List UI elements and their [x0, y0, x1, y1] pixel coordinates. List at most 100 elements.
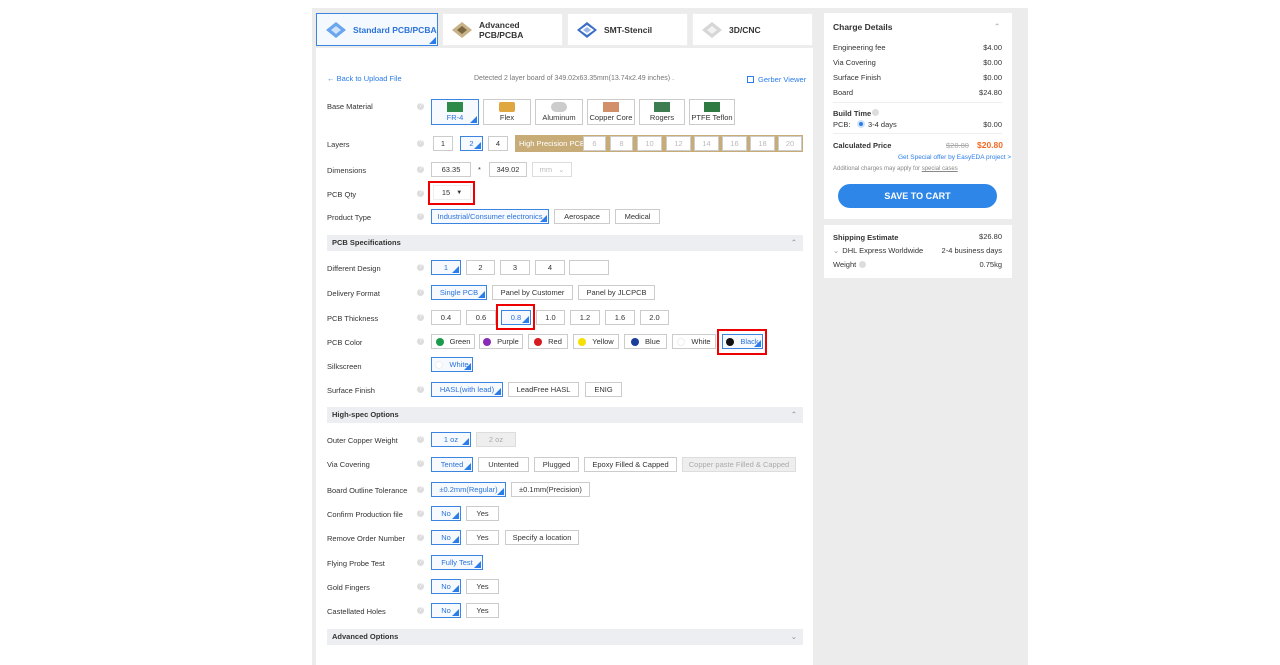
ptype-option-medical[interactable]: Medical	[615, 209, 660, 224]
build-pcb-label: PCB:	[833, 120, 851, 129]
dimension-height-input[interactable]: 349.02	[489, 162, 527, 177]
help-icon: ?	[417, 486, 424, 493]
castellated-option-no[interactable]: No	[431, 603, 461, 618]
ptype-option-aerospace[interactable]: Aerospace	[554, 209, 610, 224]
confirm-option-yes[interactable]: Yes	[466, 506, 499, 521]
layer-option-8[interactable]: 8	[610, 136, 633, 151]
silkscreen-option-white[interactable]: White	[431, 357, 473, 372]
special-cases-link[interactable]: special cases	[922, 166, 958, 172]
copper-option-2oz[interactable]: 2 oz	[476, 432, 516, 447]
thickness-option-1-2[interactable]: 1.2	[570, 310, 600, 325]
surface-option-hasl-lead[interactable]: HASL(with lead)	[431, 382, 503, 397]
color-option-purple[interactable]: Purple	[479, 334, 523, 349]
label-outer-copper-weight: Outer Copper Weight	[327, 436, 398, 445]
base-option-ptfe-teflon[interactable]: PTFE Teflon	[689, 99, 735, 125]
tab-smt-stencil[interactable]: SMT-Stencil	[567, 13, 688, 46]
confirm-option-no[interactable]: No	[431, 506, 461, 521]
layer-option-4[interactable]: 4	[488, 136, 508, 151]
outline-option-regular[interactable]: ±0.2mm(Regular)	[431, 482, 506, 497]
layer-option-10[interactable]: 10	[637, 136, 662, 151]
back-label: Back to Upload File	[336, 74, 402, 83]
dimension-width-input[interactable]: 63.35	[431, 162, 471, 177]
layer-option-14[interactable]: 14	[694, 136, 719, 151]
probe-option-fully-test[interactable]: Fully Test	[431, 555, 483, 570]
section-advanced-options[interactable]: Advanced Options ⌄	[327, 629, 803, 645]
via-option-tented[interactable]: Tented	[431, 457, 473, 472]
tab-advanced-pcb[interactable]: Advanced PCB/PCBA	[442, 13, 563, 46]
tab-3d-cnc[interactable]: 3D/CNC	[692, 13, 813, 46]
delivery-option-single[interactable]: Single PCB	[431, 285, 487, 300]
base-option-fr4[interactable]: FR-4	[431, 99, 479, 125]
back-to-upload-link[interactable]: ← Back to Upload File	[327, 74, 402, 83]
gold-option-yes[interactable]: Yes	[466, 579, 499, 594]
section-pcb-specifications[interactable]: PCB Specifications ⌃	[327, 235, 803, 251]
option-label: No	[441, 533, 451, 542]
label-delivery-format: Delivery Format	[327, 289, 380, 298]
color-option-blue[interactable]: Blue	[624, 334, 667, 349]
weight-label: Weight	[833, 260, 867, 269]
section-high-spec-options[interactable]: High-spec Options ⌃	[327, 407, 803, 423]
delivery-option-panel-customer[interactable]: Panel by Customer	[492, 285, 573, 300]
layer-option-18[interactable]: 18	[750, 136, 775, 151]
diff-option-3[interactable]: 3	[500, 260, 530, 275]
chevron-up-icon[interactable]: ⌃	[994, 22, 1000, 31]
option-label: Red	[548, 337, 562, 346]
color-option-green[interactable]: Green	[431, 334, 475, 349]
layer-option-20[interactable]: 20	[778, 136, 802, 151]
outline-option-precision[interactable]: ±0.1mm(Precision)	[511, 482, 590, 497]
layer-option-2[interactable]: 2	[460, 136, 483, 151]
remove-option-yes[interactable]: Yes	[466, 530, 499, 545]
divider	[833, 133, 1002, 134]
diff-option-1[interactable]: 1	[431, 260, 461, 275]
shipping-method-select[interactable]: ⌄ DHL Express Worldwide	[833, 246, 923, 255]
option-label: PTFE Teflon	[691, 113, 733, 122]
save-to-cart-button[interactable]: SAVE TO CART	[838, 184, 997, 208]
diff-option-2[interactable]: 2	[466, 260, 495, 275]
castellated-option-yes[interactable]: Yes	[466, 603, 499, 618]
special-offer-link[interactable]: Get Special offer by EasyEDA project >	[898, 154, 1011, 161]
via-option-epoxy[interactable]: Epoxy Filled & Capped	[584, 457, 677, 472]
color-option-yellow[interactable]: Yellow	[573, 334, 619, 349]
thickness-option-1-0[interactable]: 1.0	[536, 310, 565, 325]
base-option-aluminum[interactable]: Aluminum	[535, 99, 583, 125]
color-option-red[interactable]: Red	[528, 334, 568, 349]
copper-option-1oz[interactable]: 1 oz	[431, 432, 471, 447]
charge-row-value: $24.80	[979, 88, 1002, 97]
via-option-plugged[interactable]: Plugged	[534, 457, 579, 472]
remove-option-specify-location[interactable]: Specify a location	[505, 530, 579, 545]
tab-standard-pcb[interactable]: Standard PCB/PCBA	[316, 13, 438, 46]
thickness-option-1-6[interactable]: 1.6	[605, 310, 635, 325]
delivery-option-panel-jlcpcb[interactable]: Panel by JLCPCB	[578, 285, 655, 300]
base-option-flex[interactable]: Flex	[483, 99, 531, 125]
help-icon: ?	[417, 213, 424, 220]
remove-option-no[interactable]: No	[431, 530, 461, 545]
radio-selected-icon[interactable]	[857, 120, 865, 128]
color-option-white[interactable]: White	[672, 334, 716, 349]
via-option-untented[interactable]: Untented	[478, 457, 529, 472]
thickness-option-0-6[interactable]: 0.6	[466, 310, 496, 325]
diff-option-4[interactable]: 4	[535, 260, 565, 275]
thickness-option-0-4[interactable]: 0.4	[431, 310, 461, 325]
layer-option-1[interactable]: 1	[433, 136, 453, 151]
thickness-option-2-0[interactable]: 2.0	[640, 310, 669, 325]
label-remove-order-number: Remove Order Number	[327, 534, 405, 543]
base-option-rogers[interactable]: Rogers	[639, 99, 685, 125]
ptype-option-industrial[interactable]: Industrial/Consumer electronics	[431, 209, 549, 224]
label-flying-probe-test: Flying Probe Test	[327, 559, 385, 568]
label-pcb-qty: PCB Qty	[327, 190, 357, 199]
dimension-unit-select[interactable]: mm ⌄	[532, 162, 572, 177]
layer-option-12[interactable]: 12	[666, 136, 691, 151]
via-option-copper-paste[interactable]: Copper paste Filled & Capped	[682, 457, 796, 472]
layer-option-16[interactable]: 16	[722, 136, 747, 151]
weight-value: 0.75kg	[979, 260, 1002, 269]
surface-option-enig[interactable]: ENIG	[585, 382, 622, 397]
label-silkscreen: Silkscreen	[327, 362, 362, 371]
surface-option-leadfree-hasl[interactable]: LeadFree HASL	[508, 382, 579, 397]
gerber-viewer-link[interactable]: Gerber Viewer	[747, 75, 806, 84]
gold-option-no[interactable]: No	[431, 579, 461, 594]
base-option-copper-core[interactable]: Copper Core	[587, 99, 635, 125]
diff-custom-input[interactable]	[569, 260, 609, 275]
help-icon: ?	[417, 460, 424, 467]
option-label: Rogers	[649, 113, 675, 122]
layer-option-6[interactable]: 6	[583, 136, 606, 151]
